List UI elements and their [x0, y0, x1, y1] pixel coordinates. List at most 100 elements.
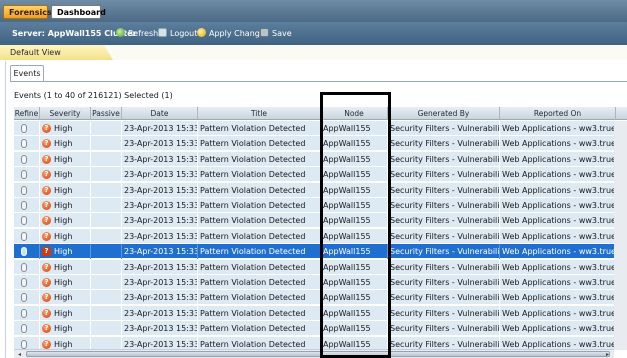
generated-by-cell: Security Filters - Vulnerabilities [388, 151, 500, 167]
reported-on-cell: Web Applications - ww3.trueva... [500, 336, 616, 350]
scroll-right-icon[interactable]: ▸ [603, 351, 612, 358]
reported-on-cell: Web Applications - ww3.trueva... [500, 275, 616, 290]
tab-divider [10, 81, 627, 82]
column-header-refine[interactable]: Refine [14, 107, 40, 120]
generated-by-cell: Security Filters - Vulnerabilities [388, 136, 500, 152]
passive-cell [91, 136, 122, 152]
refine-cell[interactable] [14, 228, 40, 244]
refine-cell[interactable] [14, 321, 40, 337]
mouse-icon[interactable] [21, 278, 27, 287]
mouse-icon[interactable] [21, 170, 27, 180]
refine-cell[interactable] [14, 336, 40, 350]
severity-cell: ? High [40, 151, 91, 167]
refine-cell[interactable] [14, 275, 40, 290]
passive-cell [91, 244, 122, 260]
reported-on-cell: Web Applications - ww3.trueva... [500, 136, 616, 152]
refine-cell[interactable] [14, 290, 40, 306]
mouse-icon[interactable] [21, 293, 27, 303]
severity-text: High [54, 278, 73, 287]
severity-high-icon: ? [42, 154, 51, 164]
default-view-tab[interactable]: Default View [0, 45, 113, 60]
date-cell: 23-Apr-2013 15:33:... [122, 305, 198, 321]
generated-by-cell: Security Filters - Vulnerabilities [388, 321, 500, 337]
severity-text: High [54, 339, 73, 349]
tab-dashboard[interactable]: Dashboard [51, 5, 106, 19]
tab-forensics[interactable]: Forensics [3, 5, 52, 19]
column-header-date[interactable]: Date [122, 107, 198, 120]
severity-high-icon: ? [42, 278, 51, 287]
reported-on-cell: Web Applications - ww3.trueva... [500, 228, 616, 244]
mouse-icon[interactable] [21, 231, 27, 241]
vertical-scrollbar[interactable] [614, 121, 627, 350]
mouse-icon[interactable] [21, 324, 27, 334]
column-header-generated-by[interactable]: Generated By [388, 107, 500, 120]
mouse-icon[interactable] [21, 201, 27, 210]
mouse-icon[interactable] [21, 124, 27, 133]
refine-cell[interactable] [14, 136, 40, 152]
refine-cell[interactable] [14, 213, 40, 229]
severity-text: High [54, 231, 73, 241]
severity-high-icon: ? [42, 216, 51, 226]
refine-cell[interactable] [14, 198, 40, 213]
refresh-button[interactable]: Refresh [116, 28, 158, 40]
title-cell: Pattern Violation Detected [198, 321, 321, 337]
severity-high-icon: ? [42, 339, 51, 349]
node-column-highlight [320, 92, 391, 358]
column-header-passive[interactable]: Passive [91, 107, 122, 120]
date-cell: 23-Apr-2013 15:33:... [122, 259, 198, 275]
date-cell: 23-Apr-2013 15:33:... [122, 121, 198, 136]
mouse-icon[interactable] [21, 154, 27, 164]
date-cell: 23-Apr-2013 15:33:... [122, 182, 198, 198]
severity-cell: ? High [40, 182, 91, 198]
mouse-icon[interactable] [21, 262, 27, 272]
passive-cell [91, 259, 122, 275]
apply-changes-button[interactable]: Apply Changes [197, 28, 269, 40]
mouse-icon[interactable] [21, 247, 27, 257]
severity-high-icon: ? [42, 308, 51, 318]
reported-on-cell: Web Applications - ww3.trueva... [500, 305, 616, 321]
scroll-left-icon[interactable]: ◂ [15, 351, 24, 358]
logout-icon [158, 28, 167, 37]
mouse-icon[interactable] [21, 308, 27, 318]
reported-on-cell: Web Applications - ww3.trueva... [500, 121, 616, 136]
column-header-title[interactable]: Title [198, 107, 321, 120]
refine-cell[interactable] [14, 167, 40, 183]
refine-cell[interactable] [14, 121, 40, 136]
mouse-icon[interactable] [21, 339, 27, 349]
tab-events[interactable]: Events [10, 65, 44, 81]
title-cell: Pattern Violation Detected [198, 305, 321, 321]
refine-cell[interactable] [14, 244, 40, 260]
column-header-severity[interactable]: Severity [40, 107, 91, 120]
save-label: Save [272, 29, 292, 38]
date-cell: 23-Apr-2013 15:33:... [122, 198, 198, 213]
severity-high-icon: ? [42, 231, 51, 241]
refine-cell[interactable] [14, 151, 40, 167]
generated-by-cell: Security Filters - Vulnerabilities [388, 213, 500, 229]
severity-cell: ? High [40, 275, 91, 290]
column-header-reported-on[interactable]: Reported On [500, 107, 616, 120]
severity-high-icon: ? [42, 170, 51, 180]
save-button[interactable]: Save [260, 28, 292, 40]
severity-cell: ? High [40, 290, 91, 306]
logout-button[interactable]: Logout [158, 28, 197, 40]
mouse-icon[interactable] [21, 139, 27, 149]
severity-high-icon: ? [42, 247, 51, 257]
refine-cell[interactable] [14, 305, 40, 321]
title-cell: Pattern Violation Detected [198, 228, 321, 244]
title-cell: Pattern Violation Detected [198, 167, 321, 183]
generated-by-cell: Security Filters - Vulnerabilities [388, 244, 500, 260]
reported-on-cell: Web Applications - ww3.trueva... [500, 244, 616, 260]
passive-cell [91, 121, 122, 136]
scroll-thumb[interactable] [26, 351, 610, 357]
mouse-icon[interactable] [21, 185, 27, 195]
date-cell: 23-Apr-2013 15:33:... [122, 336, 198, 350]
mouse-icon[interactable] [21, 216, 27, 226]
logout-label: Logout [170, 29, 198, 38]
horizontal-scrollbar[interactable]: ◂ ▸ [14, 349, 614, 358]
severity-cell: ? High [40, 336, 91, 350]
refine-cell[interactable] [14, 259, 40, 275]
title-cell: Pattern Violation Detected [198, 213, 321, 229]
severity-cell: ? High [40, 305, 91, 321]
refine-cell[interactable] [14, 182, 40, 198]
title-cell: Pattern Violation Detected [198, 121, 321, 136]
